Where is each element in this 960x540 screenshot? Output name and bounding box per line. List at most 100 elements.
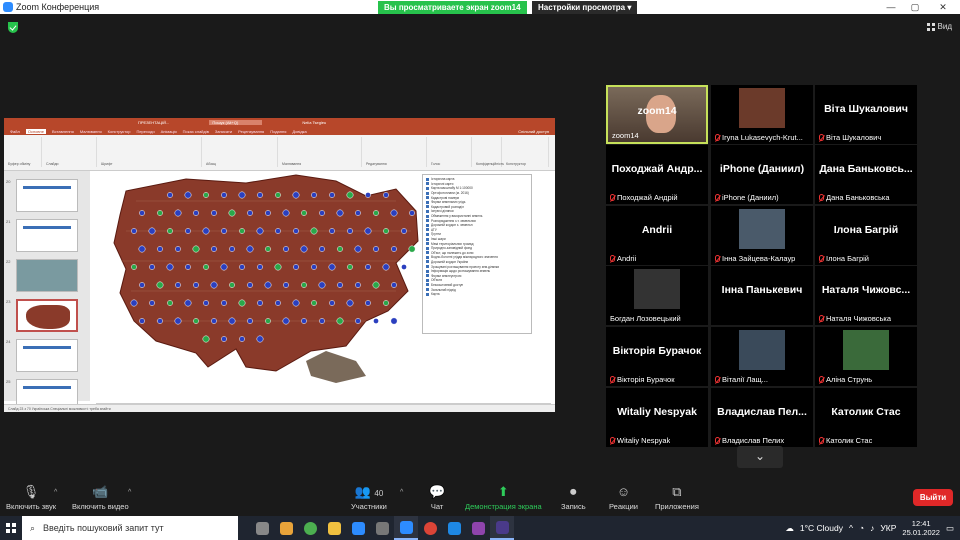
gallery-next-page-button[interactable]: ⌄ [737,446,783,468]
participant-tile[interactable]: Владислав Пел... Владислав Пелих [711,388,813,447]
unmute-button[interactable]: 🎙 Включить звук [6,484,56,511]
ppt-tab[interactable]: Записати [215,129,232,134]
record-button[interactable]: ⏺ Запись [561,484,586,511]
audio-options-caret[interactable]: ^ [54,489,57,496]
legend-item[interactable]: Карта [426,292,528,297]
map-marker [347,264,353,270]
file-manager-icon[interactable] [322,516,346,540]
participant-tile[interactable]: iPhone (Даниил) iPhone (Даниил) [711,145,813,204]
ppt-tab[interactable]: Подання [270,129,286,134]
weather-text[interactable]: 1°C Cloudy [800,523,843,533]
maximize-icon[interactable]: ▢ [902,0,928,14]
ribbon-group[interactable]: Буфер обміну [6,137,42,167]
edge-icon[interactable] [442,516,466,540]
map-marker [365,300,371,306]
slide-thumbnail[interactable] [16,299,78,332]
ppt-tab[interactable]: Малювання [80,129,102,134]
chrome-icon[interactable] [298,516,322,540]
video-options-caret[interactable]: ^ [128,489,131,496]
slide-thumbnail[interactable] [16,339,78,372]
participant-tile[interactable]: Богдан Лозовецький [606,266,708,325]
ribbon-group[interactable]: Шрифт [99,137,202,167]
ribbon-group[interactable]: Малювання [280,137,362,167]
wifi-icon[interactable]: ◔ [859,523,864,533]
participant-tile[interactable]: Католик Стас Католик Стас [815,388,917,447]
ppt-tab[interactable]: Рецензування [238,129,264,134]
language-indicator[interactable]: УКР [880,523,896,533]
participant-tile[interactable]: zoom14 zoom14 [606,85,708,144]
map-marker [319,246,325,252]
ppt-tab[interactable]: Анімація [161,129,177,134]
participant-name: Католик Стас [826,436,873,445]
minimize-icon[interactable]: — [878,0,904,14]
participant-tile[interactable]: Віта Шукалович Віта Шукалович [815,85,917,144]
start-button[interactable] [0,516,22,540]
microsoft-store-icon[interactable] [346,516,370,540]
slide-thumbnail[interactable] [16,259,78,292]
ppt-tab[interactable]: Вставлення [52,129,74,134]
slide-thumbnail[interactable] [16,219,78,252]
start-video-button[interactable]: 📹 Включить видео [72,484,129,511]
map-marker [229,246,235,252]
ppt-tab[interactable]: Показ слайдів [183,129,209,134]
participant-tile[interactable]: Аліна Струнь [815,327,917,386]
map-marker [401,264,407,270]
shared-screen[interactable]: ПРЕЗЕНТАЦІЙ... Пошук (Alt+Q) Nelia Tsegl… [4,118,555,412]
participant-tile[interactable]: Iryna Lukasevych-Krut... [711,85,813,144]
obs-icon[interactable] [370,516,394,540]
ribbon-group[interactable]: Слайди [44,137,97,167]
ribbon-group[interactable]: Абзац [204,137,278,167]
ppt-tab[interactable]: Конструктор [108,129,131,134]
participant-tile[interactable]: Походжай Андр... Походжай Андрій [606,145,708,204]
view-button[interactable]: Вид [926,22,952,31]
ribbon-group[interactable]: Голос [429,137,472,167]
participant-tile[interactable]: Ілона Багрій Ілона Багрій [815,206,917,265]
powerpoint-icon[interactable] [490,516,514,540]
task-view-icon[interactable] [250,516,274,540]
participants-options-caret[interactable]: ^ [400,489,403,496]
participant-tile[interactable]: Дана Баньковсь... Дана Баньковська [815,145,917,204]
view-options-button[interactable]: Настройки просмотра ▾ [532,1,638,14]
participant-tile[interactable]: Witaliy Nespyak Witaliy Nespyak [606,388,708,447]
participant-tile[interactable]: Вікторія Бурачок Вікторія Бурачок [606,327,708,386]
close-icon[interactable]: ✕ [930,0,956,14]
participant-tile[interactable]: Інна Панькевич [711,266,813,325]
volume-icon[interactable]: ♪ [870,523,874,533]
ribbon-group[interactable]: Редагування [364,137,427,167]
file-explorer-icon[interactable] [274,516,298,540]
participants-button[interactable]: 👥 40 Участники [351,484,387,511]
ppt-tab[interactable]: Довідка [292,129,306,134]
notifications-icon[interactable]: ▭ [946,523,954,534]
slide-thumbnail[interactable] [16,179,78,212]
security-shield-icon[interactable] [8,22,18,33]
participant-tile[interactable]: Наталя Чижовс... Наталя Чижовська [815,266,917,325]
ppt-tab[interactable]: Переходи [136,129,154,134]
chat-button[interactable]: 💬 Чат [429,484,445,511]
map-marker [329,192,335,198]
leave-button[interactable]: Выйти [913,489,953,506]
ribbon-group[interactable]: Конструктор [504,137,549,167]
reactions-button[interactable]: ☺ Реакции [609,484,638,511]
ppt-share-button[interactable]: Спільний доступ [518,129,549,134]
apps-icon: ⧉ [672,484,682,499]
viber-icon[interactable] [466,516,490,540]
participant-tile[interactable]: Віталії Лащ... [711,327,813,386]
taskbar-search[interactable]: ⌕ Введіть пошуковий запит тут [22,516,238,540]
apps-button[interactable]: ⧉ Приложения [655,484,699,511]
windows-taskbar: ⌕ Введіть пошуковий запит тут ☁ 1°C Clou… [0,516,960,540]
ribbon-group[interactable]: Конфіденційність [474,137,504,167]
ppt-tab[interactable]: Файл [10,129,20,134]
map-marker [336,209,344,217]
participant-tile[interactable]: Інна Зайцева-Калаур [711,206,813,265]
tray-chevron-icon[interactable]: ^ [849,523,853,533]
zoom-icon[interactable] [394,516,418,540]
chrome-profile-icon[interactable] [418,516,442,540]
ppt-search[interactable]: Пошук (Alt+Q) [209,120,263,125]
ppt-tab[interactable]: Основне [25,128,46,134]
share-screen-button[interactable]: ⬆ Демонстрация экрана [465,484,542,511]
map-marker [355,318,361,324]
participant-tile[interactable]: Andrii Andrii [606,206,708,265]
legend-item-label: Інші шари [431,237,446,242]
map-marker [157,210,163,216]
clock[interactable]: 12:41 25.01.2022 [902,519,940,537]
